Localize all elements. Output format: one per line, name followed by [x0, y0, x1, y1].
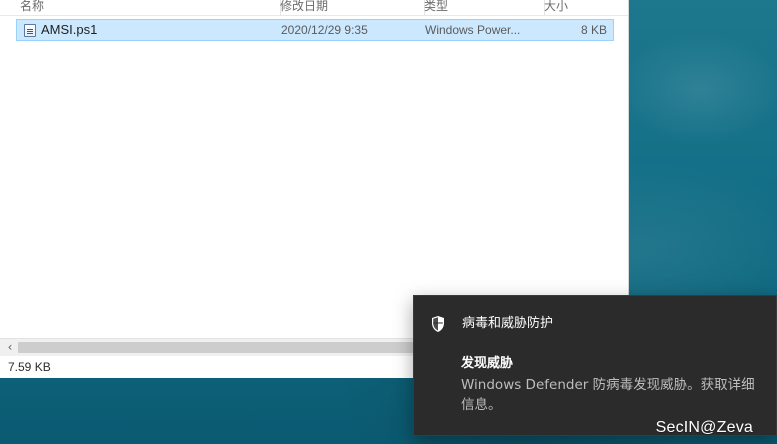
column-header-date[interactable]: 修改日期: [274, 0, 425, 15]
column-header-date-label: 修改日期: [280, 0, 329, 13]
watermark: SecIN@Zeva: [655, 419, 753, 436]
column-header-name-label: 名称: [20, 0, 45, 13]
column-header-name[interactable]: 名称: [14, 0, 281, 15]
column-header-size-label: 大小: [544, 0, 569, 13]
toast-body: Windows Defender 防病毒发现威胁。获取详细信息。: [461, 377, 755, 413]
column-header-row: 名称 修改日期 类型 大小: [0, 0, 628, 16]
column-header-size[interactable]: 大小: [538, 0, 619, 15]
file-modified-date: 2020/12/29 9:35: [281, 23, 368, 37]
toast-title: 发现威胁: [461, 356, 514, 371]
file-type: Windows Power...: [425, 23, 521, 37]
toast-header: 病毒和威胁防护: [430, 314, 764, 334]
shield-icon: [432, 316, 444, 332]
toast-app-title: 病毒和威胁防护: [462, 316, 554, 331]
column-header-type-label: 类型: [424, 0, 449, 13]
file-row-amsi-ps1[interactable]: AMSI.ps1 2020/12/29 9:35 Windows Power..…: [16, 19, 614, 41]
scrollbar-thumb[interactable]: [18, 342, 426, 353]
column-header-type[interactable]: 类型: [418, 0, 545, 15]
defender-toast-notification[interactable]: 病毒和威胁防护 发现威胁 Windows Defender 防病毒发现威胁。获取…: [413, 295, 777, 436]
file-size: 8 KB: [580, 23, 607, 37]
powershell-script-icon: [24, 24, 36, 37]
chevron-left-icon[interactable]: ‹: [3, 341, 17, 354]
status-selection-size: 7.59 KB: [8, 360, 51, 374]
file-name: AMSI.ps1: [41, 22, 98, 37]
